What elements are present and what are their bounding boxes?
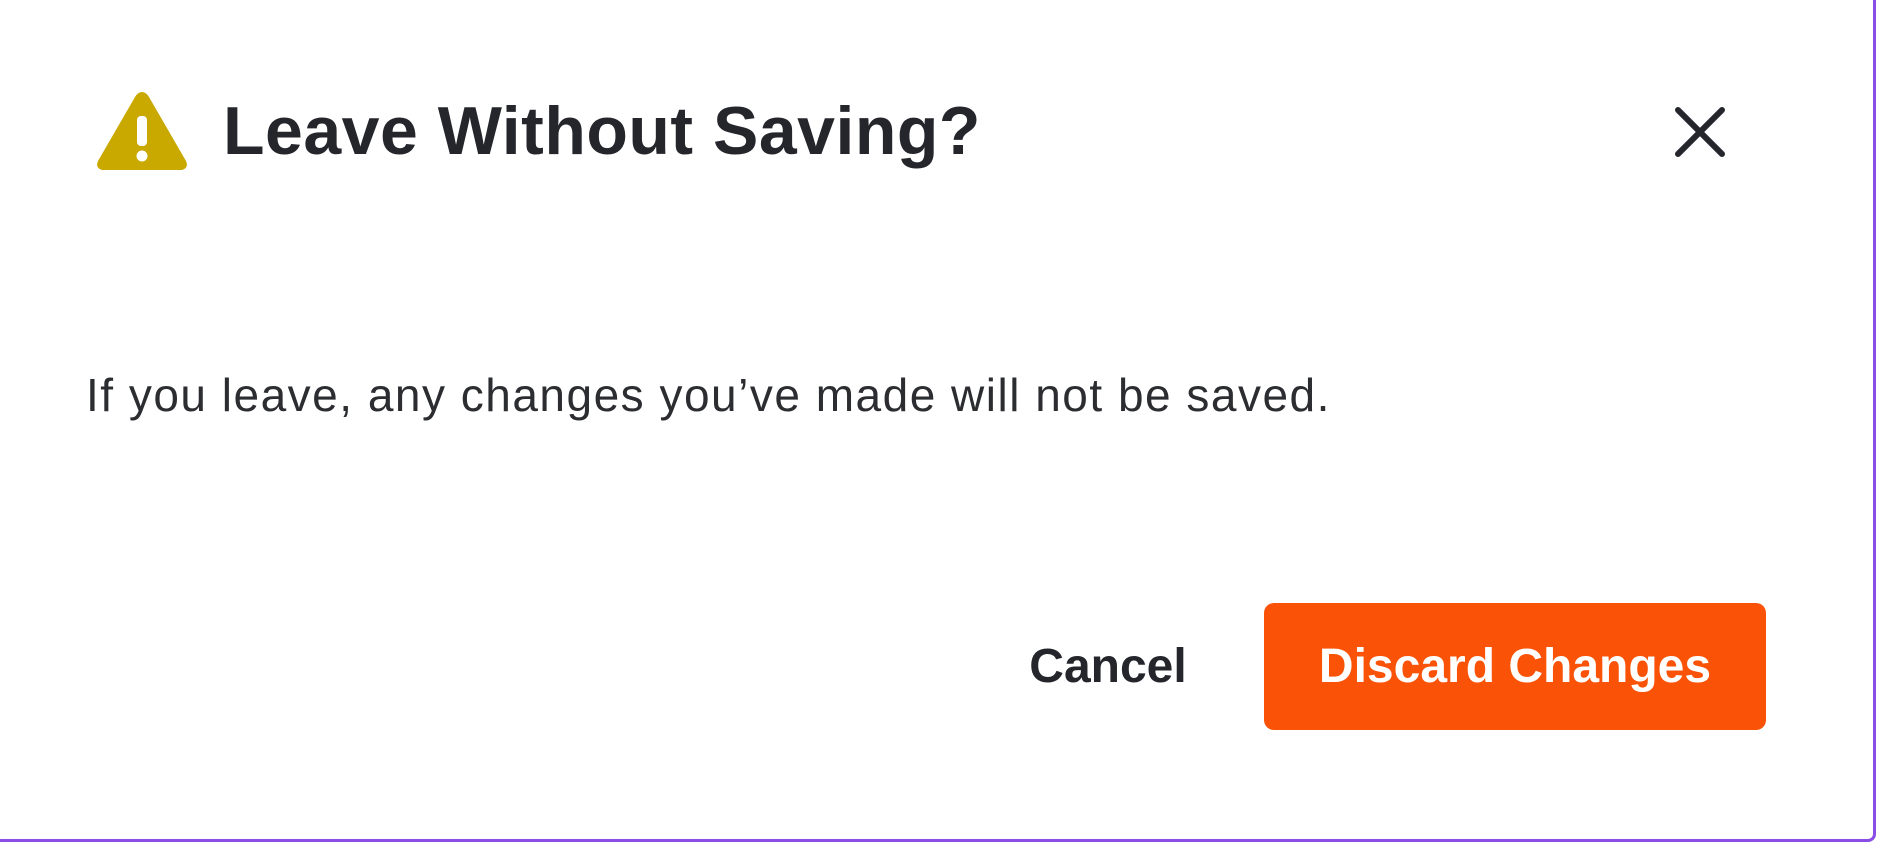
close-icon [1675,107,1725,157]
dialog-title: Leave Without Saving? [223,93,981,169]
page: Leave Without Saving? If you leave, any … [0,0,1886,852]
dialog-header: Leave Without Saving? [93,86,981,176]
close-button[interactable] [1668,100,1732,164]
warning-icon [97,92,187,170]
cancel-button[interactable]: Cancel [1000,604,1216,728]
discard-changes-button[interactable]: Discard Changes [1264,603,1766,730]
dialog-message: If you leave, any changes you’ve made wi… [86,369,1331,421]
leave-without-saving-dialog: Leave Without Saving? If you leave, any … [0,0,1876,842]
